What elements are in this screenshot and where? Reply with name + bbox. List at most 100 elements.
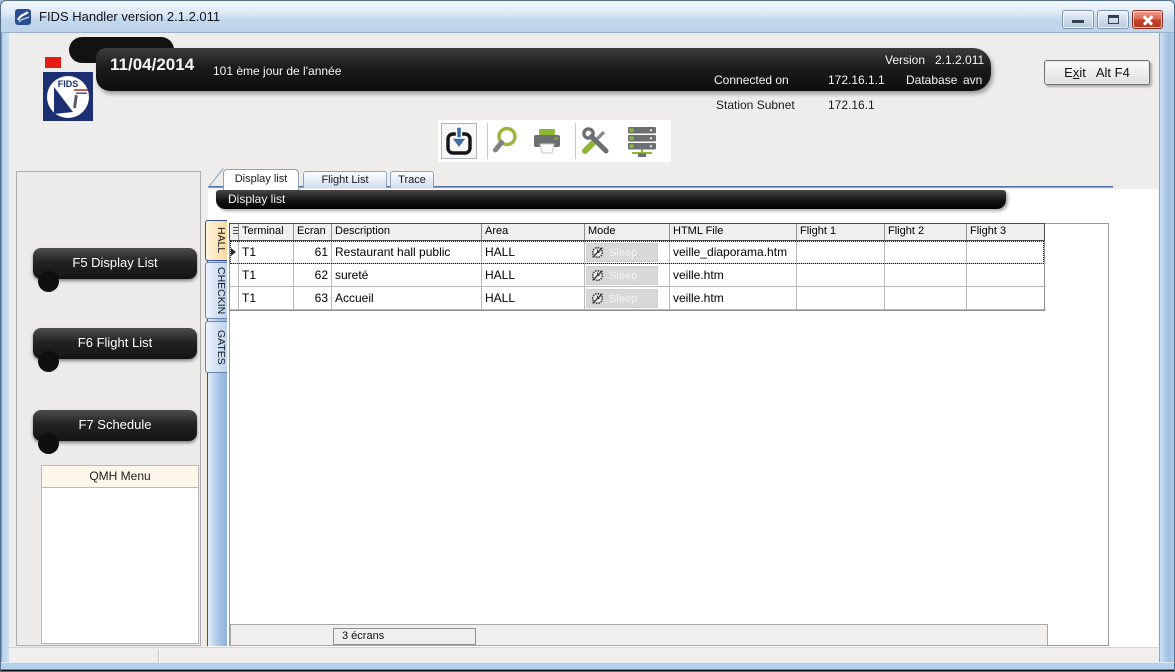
cell-area: HALL	[482, 241, 585, 264]
search-icon[interactable]	[491, 124, 525, 158]
table-row[interactable]: T1 63 Accueil HALL Sleep	[230, 287, 1044, 310]
sidebar-item-schedule[interactable]: F7 Schedule	[33, 410, 197, 441]
client-area: 11/04/2014 101 ème jour de l'année Versi…	[9, 33, 1158, 663]
cell-ecran: 61	[294, 241, 332, 264]
vtab-gates[interactable]: GATES	[205, 321, 227, 373]
cell-ecran: 63	[294, 287, 332, 310]
cell-html-file: veille.htm	[670, 264, 797, 287]
screens-table: Terminal Ecran Description Area Mode HTM…	[229, 223, 1045, 311]
window-border-bottom	[1, 662, 1175, 672]
column-header-html-file[interactable]: HTML File	[670, 224, 797, 240]
cell-area: HALL	[482, 264, 585, 287]
cell-mode: Sleep	[585, 241, 670, 264]
cell-flight2	[885, 287, 967, 310]
table-header-row: Terminal Ecran Description Area Mode HTM…	[229, 223, 1045, 241]
connected-ip: 172.16.1.1	[828, 73, 885, 87]
selector-column-header	[230, 224, 239, 240]
cell-flight3	[967, 287, 1046, 310]
column-header-terminal[interactable]: Terminal	[239, 224, 294, 240]
sleep-icon	[591, 269, 604, 282]
vtab-hall[interactable]: HALL	[205, 220, 227, 261]
grid-menu-icon	[233, 227, 238, 236]
status-divider	[158, 650, 160, 662]
database-label: Database	[906, 73, 957, 87]
sleep-mode-button[interactable]: Sleep	[586, 289, 658, 308]
cell-mode: Sleep	[585, 287, 670, 310]
cell-html-file: veille.htm	[670, 287, 797, 310]
station-subnet-value: 172.16.1	[828, 98, 875, 112]
cell-flight3	[967, 241, 1046, 264]
cell-description: Restaurant hall public	[332, 241, 482, 264]
cell-html-file: veille_diaporama.htm	[670, 241, 797, 264]
import-icon[interactable]	[442, 124, 476, 158]
titlebar: FIDS Handler version 2.1.2.011	[1, 1, 1175, 33]
page-title-banner: Display list	[216, 190, 1006, 209]
station-subnet-label: Station Subnet	[716, 98, 795, 112]
sleep-icon	[591, 292, 604, 305]
logo-text: FIDS	[58, 79, 79, 89]
column-header-mode[interactable]: Mode	[585, 224, 670, 240]
cell-terminal: T1	[239, 287, 294, 310]
toolbar-separator	[575, 123, 576, 159]
fids-logo: FIDS	[43, 72, 93, 121]
tools-icon[interactable]	[579, 124, 613, 158]
maximize-icon	[1108, 15, 1119, 24]
cell-terminal: T1	[239, 241, 294, 264]
cell-flight2	[885, 264, 967, 287]
tab-trace[interactable]: Trace	[390, 171, 434, 188]
close-button[interactable]	[1132, 10, 1163, 29]
tab-flight-list[interactable]: Flight List	[303, 171, 387, 188]
flag-icon	[45, 57, 61, 68]
table-row[interactable]: T1 61 Restaurant hall public HALL	[230, 241, 1044, 264]
window-controls	[1062, 10, 1163, 29]
cell-flight3	[967, 264, 1046, 287]
sleep-icon	[591, 246, 604, 259]
column-header-flight1[interactable]: Flight 1	[797, 224, 885, 240]
column-header-flight3[interactable]: Flight 3	[967, 224, 1046, 240]
servers-icon[interactable]	[618, 124, 666, 158]
cell-description: sureté	[332, 264, 482, 287]
cell-terminal: T1	[239, 264, 294, 287]
window-border-left	[1, 33, 9, 663]
current-date: 11/04/2014	[110, 55, 194, 75]
tab-display-list[interactable]: Display list	[223, 169, 299, 190]
sidebar-item-display-list[interactable]: F5 Display List	[33, 248, 197, 279]
vtab-checkin[interactable]: CHECKIN	[205, 262, 227, 319]
sidebar-item-flight-list[interactable]: F6 Flight List	[33, 328, 197, 359]
window-border-right	[1158, 33, 1175, 663]
cell-description: Accueil	[332, 287, 482, 310]
version-label: Version	[885, 53, 925, 67]
cell-flight1	[797, 264, 885, 287]
column-header-area[interactable]: Area	[482, 224, 585, 240]
print-icon[interactable]	[530, 124, 564, 158]
sleep-mode-button[interactable]: Sleep	[586, 243, 658, 262]
day-of-year: 101 ème jour de l'année	[213, 64, 341, 78]
toolbar-separator	[487, 123, 488, 159]
qmh-menu-title: QMH Menu	[41, 465, 199, 488]
cell-flight1	[797, 241, 885, 264]
qmh-menu-list[interactable]	[41, 488, 199, 644]
status-bar	[9, 647, 1158, 663]
cell-flight2	[885, 241, 967, 264]
maximize-button[interactable]	[1097, 10, 1129, 29]
window-title: FIDS Handler version 2.1.2.011	[39, 1, 220, 32]
sleep-mode-button[interactable]: Sleep	[586, 266, 658, 285]
app-window: FIDS Handler version 2.1.2.011 11/04/201…	[0, 0, 1175, 672]
column-header-flight2[interactable]: Flight 2	[885, 224, 967, 240]
connected-label: Connected on	[714, 73, 789, 87]
toolbar	[438, 120, 671, 162]
info-banner: 11/04/2014 101 ème jour de l'année Versi…	[96, 48, 991, 91]
row-selector	[230, 264, 239, 287]
exit-button[interactable]: ExitAlt F4	[1044, 60, 1150, 85]
table-row[interactable]: T1 62 sureté HALL Sleep	[230, 264, 1044, 287]
column-header-ecran[interactable]: Ecran	[294, 224, 332, 240]
current-row-indicator	[230, 241, 239, 264]
app-icon	[15, 9, 31, 25]
tab-edge	[208, 168, 224, 187]
minimize-button[interactable]	[1062, 10, 1094, 29]
column-header-description[interactable]: Description	[332, 224, 482, 240]
version-value: 2.1.2.011	[935, 53, 984, 67]
row-selector	[230, 287, 239, 310]
screen-count: 3 écrans	[333, 628, 476, 645]
minimize-icon	[1072, 20, 1084, 23]
